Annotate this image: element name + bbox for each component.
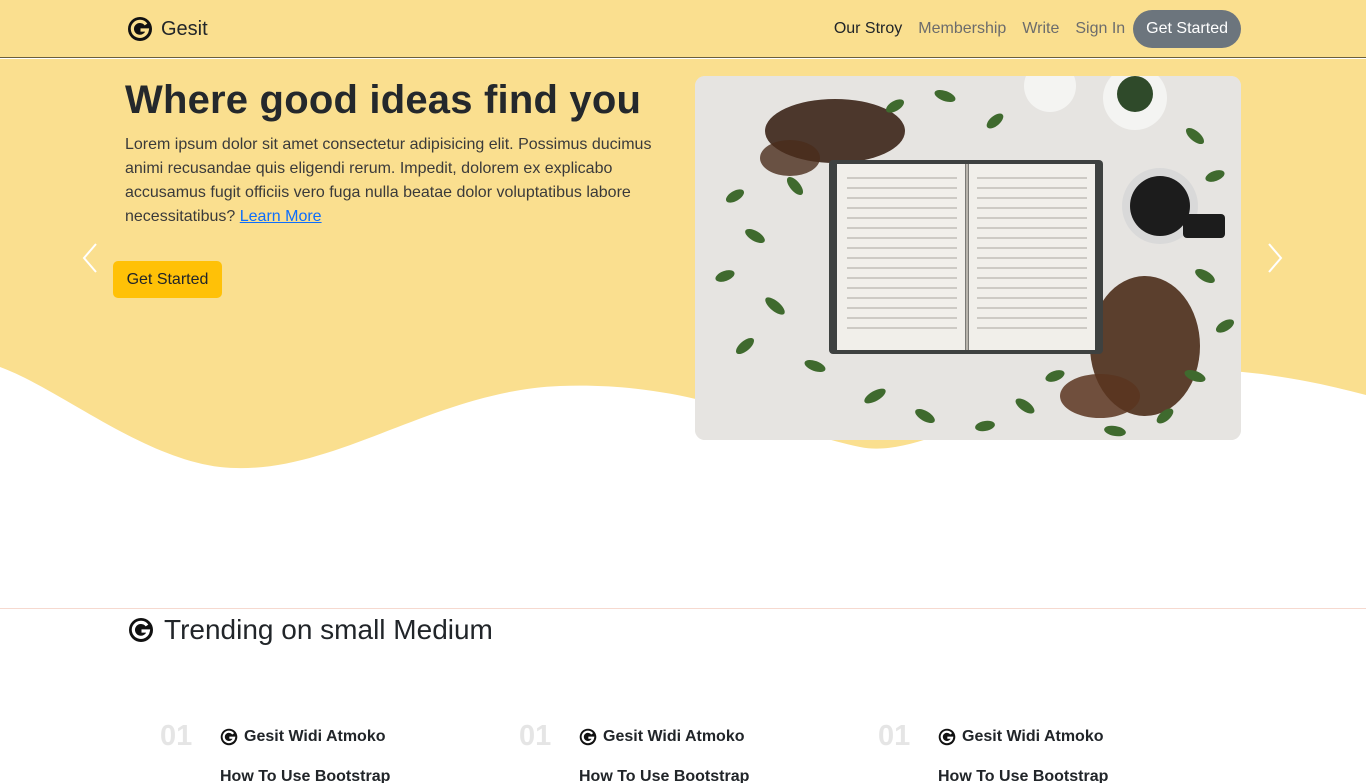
post-title[interactable]: How To Use Bootstrap [938,768,1108,783]
book-plants-photo [695,76,1241,440]
card-number: 01 [519,720,552,752]
nav-link-write[interactable]: Write [1014,10,1067,48]
nav-link-sign-in[interactable]: Sign In [1067,10,1133,48]
trending-card[interactable]: 01 Gesit Widi Atmoko How To Use Bootstra… [160,720,480,783]
post-title[interactable]: How To Use Bootstrap [220,768,390,783]
card-number: 01 [160,720,193,752]
carousel-next-icon[interactable] [1263,240,1287,276]
trending-card[interactable]: 01 Gesit Widi Atmoko How To Use Bootstra… [519,720,839,783]
brand[interactable]: Gesit [127,16,208,42]
g-logo-icon [579,728,597,746]
author-name: Gesit Widi Atmoko [244,728,386,745]
g-logo-icon [129,618,153,642]
hero-image [695,76,1241,440]
author-name: Gesit Widi Atmoko [962,728,1104,745]
g-logo-icon [128,17,152,41]
hero-title: Where good ideas find you [125,78,642,122]
section-divider [0,608,1366,609]
trending-title: Trending on small Medium [164,614,493,645]
trending-card[interactable]: 01 Gesit Widi Atmoko How To Use Bootstra… [878,720,1198,783]
get-started-hero-button[interactable]: Get Started [113,261,222,298]
hero-description: Lorem ipsum dolor sit amet consectetur a… [125,133,665,229]
post-title[interactable]: How To Use Bootstrap [579,768,749,783]
hero-body-text: Lorem ipsum dolor sit amet consectetur a… [125,136,652,225]
trending-header: Trending on small Medium [128,614,493,646]
author-name: Gesit Widi Atmoko [603,728,745,745]
get-started-nav-button[interactable]: Get Started [1133,10,1241,48]
g-logo-icon [220,728,238,746]
card-number: 01 [878,720,911,752]
nav-link-our-story[interactable]: Our Stroy [826,10,910,48]
card-author[interactable]: Gesit Widi Atmoko [938,728,1104,746]
card-author[interactable]: Gesit Widi Atmoko [220,728,386,746]
g-logo-icon [938,728,956,746]
brand-name: Gesit [161,17,208,40]
navbar: Gesit Our Stroy Membership Write Sign In… [0,0,1366,58]
nav-links: Our Stroy Membership Write Sign In Get S… [826,10,1241,48]
carousel-prev-icon[interactable] [78,240,102,276]
learn-more-link[interactable]: Learn More [240,208,322,225]
nav-link-membership[interactable]: Membership [910,10,1014,48]
card-author[interactable]: Gesit Widi Atmoko [579,728,745,746]
